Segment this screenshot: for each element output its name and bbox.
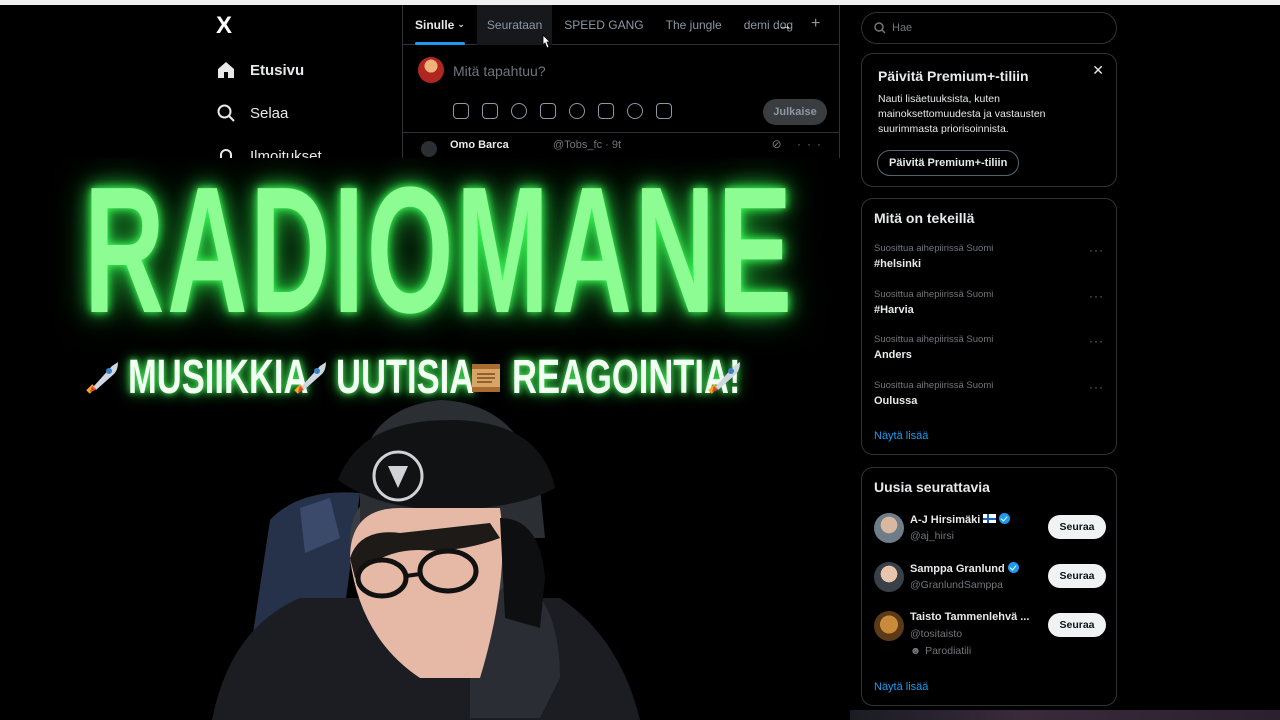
trend-item[interactable]: Suosittua aihepiirissä Suomi #helsinki ·… <box>874 243 1106 270</box>
parody-mask-icon: ☻ <box>910 645 922 657</box>
follow-title: Uusia seurattavia <box>874 479 990 495</box>
verified-icon <box>999 513 1011 524</box>
search-icon <box>216 103 236 123</box>
publish-button[interactable]: Julkaise <box>763 99 827 125</box>
post-meta: @Tobs_fc · 9t <box>553 139 622 151</box>
flag-icon[interactable] <box>656 103 672 119</box>
webcam-streamer-image <box>212 400 640 720</box>
search-input[interactable]: Hae <box>861 12 1117 44</box>
parody-label: Parodiatili <box>925 645 972 657</box>
image-icon[interactable] <box>453 103 469 119</box>
cursor-icon <box>542 34 551 49</box>
avatar[interactable] <box>874 562 904 592</box>
sidebar-item-home[interactable]: Etusivu <box>216 60 304 80</box>
more-icon[interactable]: ··· <box>1089 334 1104 348</box>
grok-icon[interactable] <box>511 103 527 119</box>
suggested-user[interactable]: Taisto Tammenlehvä ... @tositaisto ☻ Paro… <box>874 611 1106 661</box>
search-icon <box>874 22 886 34</box>
timeline-column: Sinulle ⌄ Seurataan SPEED GANG The jungl… <box>402 5 840 165</box>
emoji-icon[interactable] <box>569 103 585 119</box>
finland-flag-icon <box>983 514 997 523</box>
close-icon[interactable]: ✕ <box>1092 62 1104 79</box>
verified-icon <box>1007 562 1019 573</box>
premium-card: Päivitä Premium+-tiliin Nauti lisäetuuks… <box>861 53 1117 187</box>
trend-item[interactable]: Suosittua aihepiirissä Suomi Oulussa ··· <box>874 380 1106 407</box>
follow-button[interactable]: Seuraa <box>1048 564 1106 588</box>
user-name: Samppa Granlund <box>910 563 1005 575</box>
user-handle: @aj_hirsi <box>910 530 954 542</box>
taskbar <box>850 710 1280 720</box>
x-logo-icon[interactable]: X <box>216 14 238 38</box>
premium-upgrade-button[interactable]: Päivitä Premium+-tiliin <box>877 150 1020 176</box>
poll-icon[interactable] <box>540 103 556 119</box>
show-more-link[interactable]: Näytä lisää <box>874 681 928 693</box>
search-placeholder: Hae <box>892 22 913 34</box>
compose-box: Mitä tapahtuu? Julkaise <box>403 45 839 133</box>
plus-icon[interactable]: + <box>811 15 820 33</box>
premium-body: Nauti lisäetuuksista, kuten mainoksettom… <box>878 93 1046 135</box>
more-icon[interactable]: ··· <box>1089 243 1104 257</box>
avatar[interactable] <box>418 57 444 83</box>
user-handle: @tositaisto <box>910 628 963 640</box>
avatar[interactable] <box>874 611 904 641</box>
avatar[interactable] <box>874 513 904 543</box>
sidebar-item-label: Etusivu <box>250 61 305 79</box>
more-icon[interactable]: ⊘ ··· <box>772 137 827 151</box>
timeline-tabs: Sinulle ⌄ Seurataan SPEED GANG The jungl… <box>403 5 839 45</box>
avatar[interactable] <box>421 141 437 157</box>
location-icon[interactable] <box>627 103 643 119</box>
trends-title: Mitä on tekeillä <box>874 210 975 226</box>
sidebar-item-label: Selaa <box>250 104 289 122</box>
post-author[interactable]: Omo Barca <box>450 139 509 151</box>
more-icon[interactable]: ··· <box>1089 289 1104 303</box>
suggested-user[interactable]: A-J Hirsimäki @aj_hirsi Seuraa <box>874 513 1106 553</box>
stream-overlay: RADIOMANE MUSIIKKIA UUTISIA REAGOINTIA! <box>0 158 850 720</box>
home-icon <box>216 60 236 80</box>
user-name: A-J Hirsimäki <box>910 514 981 526</box>
follow-button[interactable]: Seuraa <box>1048 515 1106 539</box>
schedule-icon[interactable] <box>598 103 614 119</box>
more-icon[interactable]: ··· <box>1089 380 1104 394</box>
suggested-user[interactable]: Samppa Granlund @GranlundSamppa Seuraa <box>874 562 1106 602</box>
trend-item[interactable]: Suosittua aihepiirissä Suomi Anders ··· <box>874 334 1106 361</box>
compose-toolbar <box>453 103 672 119</box>
premium-title: Päivitä Premium+-tiliin <box>878 68 1029 84</box>
user-handle: @GranlundSamppa <box>910 579 1003 591</box>
arrow-right-icon[interactable]: → <box>778 17 792 33</box>
follow-button[interactable]: Seuraa <box>1048 613 1106 637</box>
trend-item[interactable]: Suosittua aihepiirissä Suomi #Harvia ··· <box>874 289 1106 316</box>
tab-for-you[interactable]: Sinulle ⌄ <box>415 5 465 45</box>
gif-icon[interactable] <box>482 103 498 119</box>
compose-input[interactable]: Mitä tapahtuu? <box>453 63 546 79</box>
user-name: Taisto Tammenlehvä ... <box>910 611 1030 623</box>
trends-card: Mitä on tekeillä Suosittua aihepiirissä … <box>861 198 1117 455</box>
who-to-follow-card: Uusia seurattavia A-J Hirsimäki @aj_hirs… <box>861 467 1117 706</box>
tab-the-jungle[interactable]: The jungle <box>666 5 722 45</box>
show-more-link[interactable]: Näytä lisää <box>874 430 928 442</box>
sidebar-item-explore[interactable]: Selaa <box>216 103 288 123</box>
chevron-down-icon: ⌄ <box>457 19 465 29</box>
tab-speed-gang[interactable]: SPEED GANG <box>564 5 643 45</box>
